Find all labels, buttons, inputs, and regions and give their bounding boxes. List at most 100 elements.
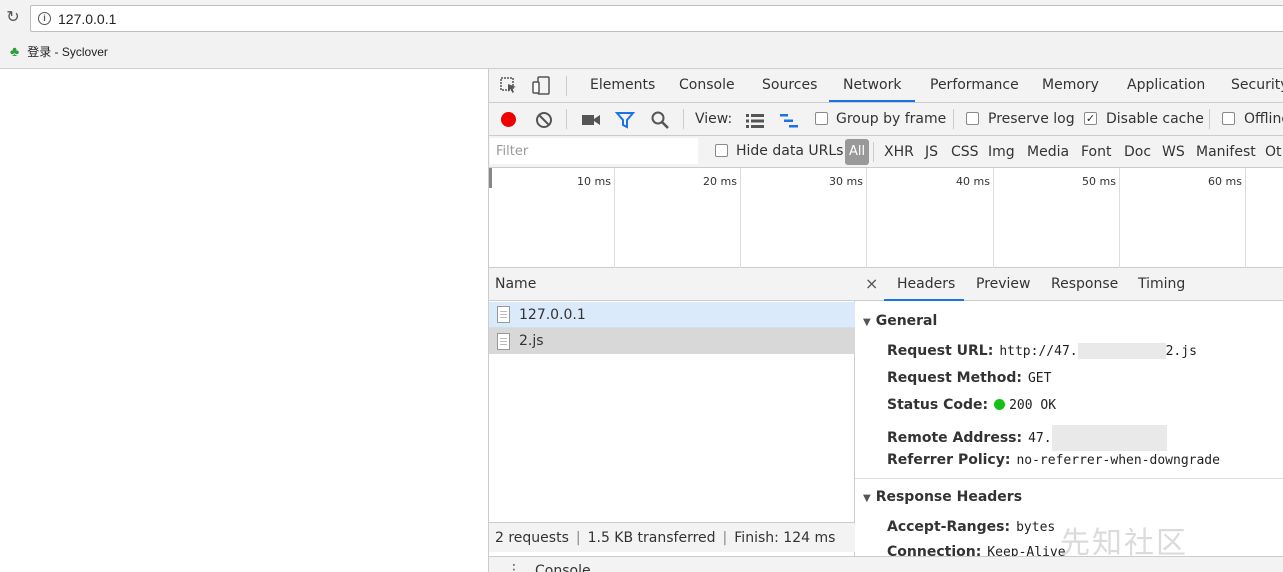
drawer-tab-console[interactable]: Console: [535, 563, 591, 572]
reload-icon[interactable]: ↻: [4, 9, 22, 27]
request-name: 2.js: [519, 333, 544, 349]
tab-memory[interactable]: Memory: [1042, 77, 1099, 93]
timeline-tick: 30 ms: [829, 175, 863, 188]
header-row-request-url: Request URL: http://47. 2.js: [887, 343, 1197, 359]
general-section-toggle[interactable]: ▼ General: [863, 313, 937, 329]
tab-console[interactable]: Console: [679, 77, 735, 93]
timeline-tick: 50 ms: [1082, 175, 1116, 188]
address-bar[interactable]: i 127.0.0.1: [30, 5, 1283, 32]
filter-icon[interactable]: [615, 110, 635, 130]
tab-headers[interactable]: Headers: [897, 276, 955, 292]
header-value: 47.: [1028, 431, 1052, 446]
filter-type-doc[interactable]: Doc: [1124, 144, 1151, 160]
search-icon[interactable]: [650, 110, 670, 130]
filter-type-ws[interactable]: WS: [1162, 144, 1185, 160]
filter-type-manifest[interactable]: Manifest: [1196, 144, 1256, 160]
tab-network[interactable]: Network: [843, 77, 901, 93]
header-value: bytes: [1016, 520, 1056, 535]
tab-response[interactable]: Response: [1051, 276, 1118, 292]
info-icon[interactable]: i: [38, 12, 51, 25]
network-summary: 2 requests | 1.5 KB transferred | Finish: 12…: [489, 522, 855, 552]
filter-type-other[interactable]: Ot: [1265, 144, 1282, 160]
devtools-panel: Elements Console Sources Network Perform…: [488, 69, 1283, 572]
header-value: 2.js: [1165, 344, 1197, 359]
request-name: 127.0.0.1: [519, 306, 586, 323]
response-headers-section-toggle[interactable]: ▼ Response Headers: [863, 489, 1022, 505]
timeline-overview[interactable]: 10 ms 20 ms 30 ms 40 ms 50 ms 60 ms: [489, 168, 1283, 268]
screenshot-camera-icon[interactable]: [581, 110, 601, 130]
header-row-accept-ranges: Accept-Ranges: bytes: [887, 519, 1055, 535]
device-toolbar-icon[interactable]: [532, 76, 552, 96]
record-icon[interactable]: [501, 112, 516, 127]
group-by-frame-label: Group by frame: [836, 111, 947, 127]
table-row[interactable]: 2.js: [489, 328, 855, 354]
filter-input[interactable]: [490, 138, 698, 164]
disable-cache-label: Disable cache: [1106, 111, 1204, 127]
devtools-tabbar: Elements Console Sources Network Perform…: [489, 69, 1283, 103]
tab-elements[interactable]: Elements: [590, 77, 655, 93]
clear-icon[interactable]: [534, 110, 554, 130]
timeline-tick: 10 ms: [577, 175, 611, 188]
clover-icon: ♣: [10, 43, 20, 59]
request-count: 2 requests: [495, 530, 569, 546]
filter-type-media[interactable]: Media: [1027, 144, 1069, 160]
tab-preview[interactable]: Preview: [976, 276, 1031, 292]
preserve-log-label: Preserve log: [988, 111, 1075, 127]
header-row-request-method: Request Method: GET: [887, 370, 1051, 386]
group-by-frame-checkbox[interactable]: [815, 112, 828, 125]
header-value: http://47.: [999, 344, 1078, 359]
tab-security[interactable]: Security: [1231, 77, 1283, 93]
filter-type-js[interactable]: JS: [925, 144, 938, 160]
table-row[interactable]: 127.0.0.1: [489, 302, 855, 328]
triangle-down-icon: ▼: [863, 317, 871, 328]
drawer-menu-icon[interactable]: ⋮: [507, 562, 521, 572]
tab-sources[interactable]: Sources: [762, 77, 817, 93]
active-tab-indicator: [829, 100, 915, 102]
finish-time: Finish: 124 ms: [734, 530, 836, 546]
large-rows-icon[interactable]: [745, 111, 765, 131]
transferred-size: 1.5 KB transferred: [587, 530, 716, 546]
header-value: 200 OK: [1009, 398, 1057, 413]
close-icon[interactable]: ×: [865, 274, 878, 293]
general-section-title: General: [875, 313, 938, 329]
hide-data-urls-label: Hide data URLs: [736, 143, 844, 159]
tab-application[interactable]: Application: [1127, 77, 1205, 93]
network-toolbar: View: Group by frame Preserve log ✓ Disa…: [489, 103, 1283, 136]
timeline-tick: 60 ms: [1208, 175, 1242, 188]
hide-data-urls-checkbox[interactable]: [715, 144, 728, 157]
response-headers-title: Response Headers: [875, 489, 1023, 505]
triangle-down-icon: ▼: [863, 493, 871, 504]
redacted-block: [1051, 425, 1167, 451]
filter-type-img[interactable]: Img: [988, 144, 1015, 160]
name-column-header[interactable]: Name: [489, 268, 855, 301]
inspect-element-icon[interactable]: [499, 76, 519, 96]
timeline-tick: 20 ms: [703, 175, 737, 188]
active-detail-tab-indicator: [884, 299, 964, 301]
disable-cache-checkbox[interactable]: ✓: [1084, 112, 1097, 125]
preserve-log-checkbox[interactable]: [966, 112, 979, 125]
header-value: GET: [1027, 371, 1052, 386]
header-key: Referrer Policy:: [887, 452, 1011, 468]
view-label: View:: [695, 111, 733, 127]
header-key: Request Method:: [887, 370, 1022, 386]
waterfall-overview-icon[interactable]: [779, 111, 799, 131]
header-row-remote-address: Remote Address: 47.: [887, 425, 1167, 451]
filter-type-xhr[interactable]: XHR: [884, 144, 914, 160]
browser-chrome: ↻ i 127.0.0.1 ♣ 登录 - Syclover: [0, 0, 1283, 69]
bookmark-item[interactable]: ♣ 登录 - Syclover: [10, 42, 108, 60]
filter-bar: Hide data URLs All XHR JS CSS Img Media …: [489, 136, 1283, 168]
header-key: Request URL:: [887, 343, 994, 359]
header-key: Remote Address:: [887, 430, 1023, 446]
bookmark-label: 登录 - Syclover: [27, 44, 108, 59]
header-key: Accept-Ranges:: [887, 519, 1011, 535]
detail-tabbar: × Headers Preview Response Timing: [855, 268, 1283, 301]
offline-checkbox[interactable]: [1222, 112, 1235, 125]
document-icon: [497, 332, 510, 350]
name-column-label: Name: [495, 276, 537, 292]
filter-type-font[interactable]: Font: [1081, 144, 1111, 160]
tab-performance[interactable]: Performance: [930, 77, 1019, 93]
filter-type-all[interactable]: All: [845, 139, 869, 165]
filter-type-css[interactable]: CSS: [951, 144, 979, 160]
tab-timing[interactable]: Timing: [1138, 276, 1185, 292]
request-list: Name 127.0.0.1 2.js 2 requests | 1.5 KB tr…: [489, 268, 855, 572]
